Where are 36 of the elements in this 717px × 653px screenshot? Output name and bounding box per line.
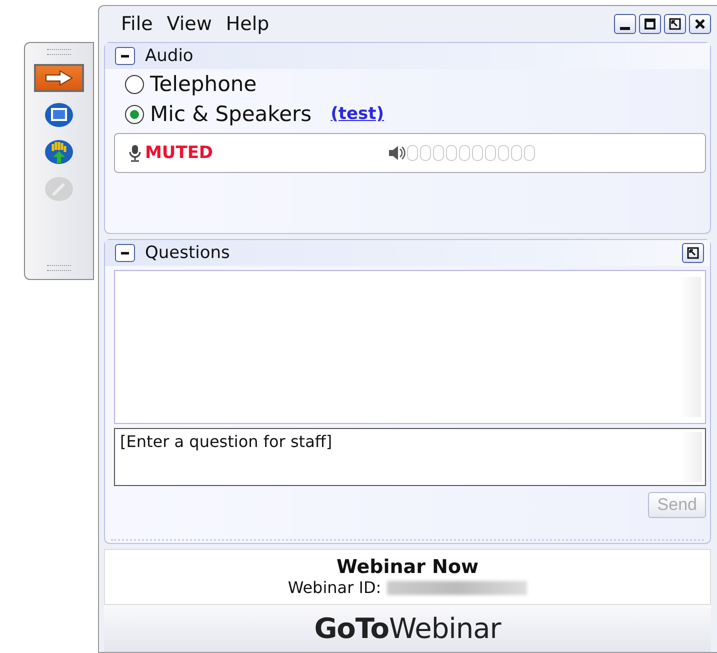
test-link[interactable]: (test) — [330, 104, 384, 124]
menu-item[interactable]: File — [121, 13, 153, 35]
minimize-button[interactable] — [614, 14, 636, 34]
speaker-icon — [388, 145, 406, 161]
maximize-icon — [644, 18, 656, 30]
popout-button[interactable] — [664, 14, 686, 34]
popout-button[interactable] — [682, 243, 704, 263]
mic-status: MUTED — [145, 143, 214, 163]
radio-label[interactable]: Mic & Speakers — [150, 102, 312, 126]
grip-handle[interactable] — [47, 265, 71, 271]
question-input[interactable]: [Enter a question for staff] — [114, 428, 706, 486]
radio-label[interactable]: Telephone — [150, 72, 257, 96]
panel-title: Audio — [145, 46, 194, 66]
panel-title: Questions — [145, 243, 230, 263]
webinar-title: Webinar Now — [336, 556, 479, 578]
minimize-icon — [620, 26, 630, 30]
close-icon — [694, 18, 706, 30]
menu-item[interactable]: Help — [226, 13, 270, 35]
collapse-button[interactable] — [115, 244, 135, 262]
close-button[interactable] — [689, 14, 711, 34]
grip-handle[interactable] — [47, 49, 71, 55]
raise-hand-icon — [44, 139, 74, 165]
radio-button[interactable] — [125, 74, 144, 94]
collapse-button[interactable] — [115, 47, 135, 65]
arrow-icon — [44, 70, 74, 86]
webinar-id-label: Webinar ID: — [288, 578, 382, 597]
microphone-icon — [127, 144, 143, 162]
arrow-button[interactable] — [34, 64, 84, 92]
pencil-icon — [44, 176, 74, 202]
maximize-button[interactable] — [639, 14, 661, 34]
popout-icon — [687, 247, 699, 259]
logo: GoToWebinar — [314, 612, 501, 645]
popout-icon — [669, 18, 681, 30]
menu-item[interactable]: View — [166, 13, 212, 35]
screen-icon — [44, 102, 74, 128]
radio-button[interactable] — [125, 104, 144, 124]
